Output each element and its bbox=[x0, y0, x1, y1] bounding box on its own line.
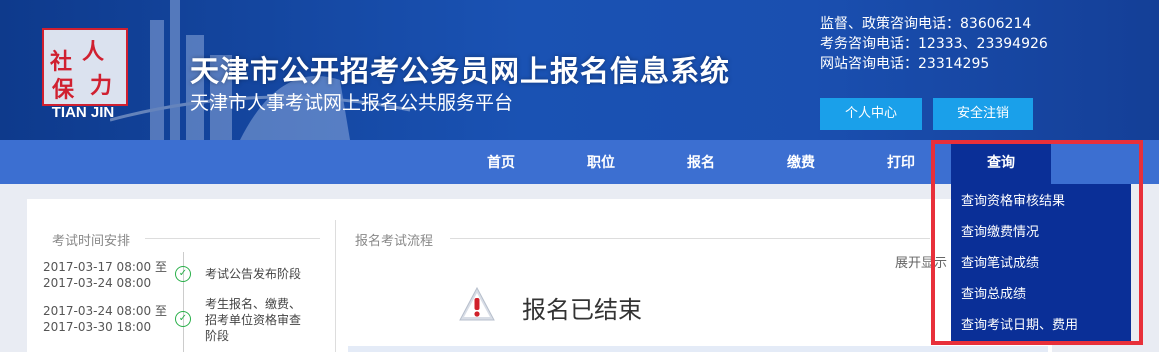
logo-char: 保 bbox=[52, 77, 75, 103]
schedule-item-dates: 2017-03-24 08:00 至 2017-03-30 18:00 bbox=[43, 303, 167, 335]
phone-website: 网站咨询电话：23314295 bbox=[820, 56, 990, 72]
nav-home[interactable]: 首页 bbox=[466, 140, 536, 184]
warning-icon bbox=[459, 286, 495, 321]
schedule-title: 考试时间安排 bbox=[52, 234, 131, 249]
schedule-item-name: 考试公告发布阶段 bbox=[205, 267, 302, 281]
site-title: 天津市公开招考公务员网上报名信息系统 bbox=[190, 54, 731, 88]
registration-ended-status: 报名已结束 bbox=[522, 296, 642, 324]
schedule-title-divider bbox=[145, 238, 320, 239]
contact-phones: 监督、政策咨询电话：83606214 考务咨询电话：12333、23394926… bbox=[820, 14, 1048, 74]
site-subtitle: 天津市人事考试网上报名公共服务平台 bbox=[190, 92, 514, 114]
nav-apply[interactable]: 报名 bbox=[666, 140, 736, 184]
check-circle-icon: ✓ bbox=[175, 311, 191, 327]
logout-button[interactable]: 安全注销 bbox=[933, 98, 1033, 130]
schedule-item-name: 考生报名、缴费、招考单位资格审查阶段 bbox=[205, 297, 302, 343]
highlight-box bbox=[931, 140, 1143, 345]
schedule-end: 2017-03-24 08:00 bbox=[43, 276, 152, 290]
nav-payment[interactable]: 缴费 bbox=[766, 140, 836, 184]
schedule-item-dates: 2017-03-17 08:00 至 2017-03-24 08:00 bbox=[43, 259, 167, 291]
flow-steps-band bbox=[348, 346, 1048, 352]
check-circle-icon: ✓ bbox=[175, 266, 191, 282]
logo-seal: 人 社 力 保 bbox=[42, 28, 128, 106]
logo-char: 力 bbox=[90, 73, 113, 99]
nav-positions[interactable]: 职位 bbox=[566, 140, 636, 184]
site-header: 人 社 力 保 TIAN JIN 天津市公开招考公务员网上报名信息系统 天津市人… bbox=[0, 0, 1159, 140]
schedule-start: 2017-03-17 08:00 至 bbox=[43, 260, 167, 274]
logo-text: TIAN JIN bbox=[51, 104, 115, 121]
phone-exam-affairs: 考务咨询电话：12333、23394926 bbox=[820, 36, 1048, 52]
schedule-start: 2017-03-24 08:00 至 bbox=[43, 304, 167, 318]
logo-char: 人 bbox=[82, 39, 105, 65]
schedule-end: 2017-03-30 18:00 bbox=[43, 320, 152, 334]
phone-supervision: 监督、政策咨询电话：83606214 bbox=[820, 16, 1032, 32]
tianjin-hr-logo: 人 社 力 保 TIAN JIN bbox=[38, 28, 128, 124]
nav-print[interactable]: 打印 bbox=[866, 140, 936, 184]
flow-title-divider bbox=[450, 238, 930, 239]
personal-center-button[interactable]: 个人中心 bbox=[820, 98, 922, 130]
flow-title: 报名考试流程 bbox=[355, 234, 434, 249]
column-divider bbox=[335, 220, 336, 352]
